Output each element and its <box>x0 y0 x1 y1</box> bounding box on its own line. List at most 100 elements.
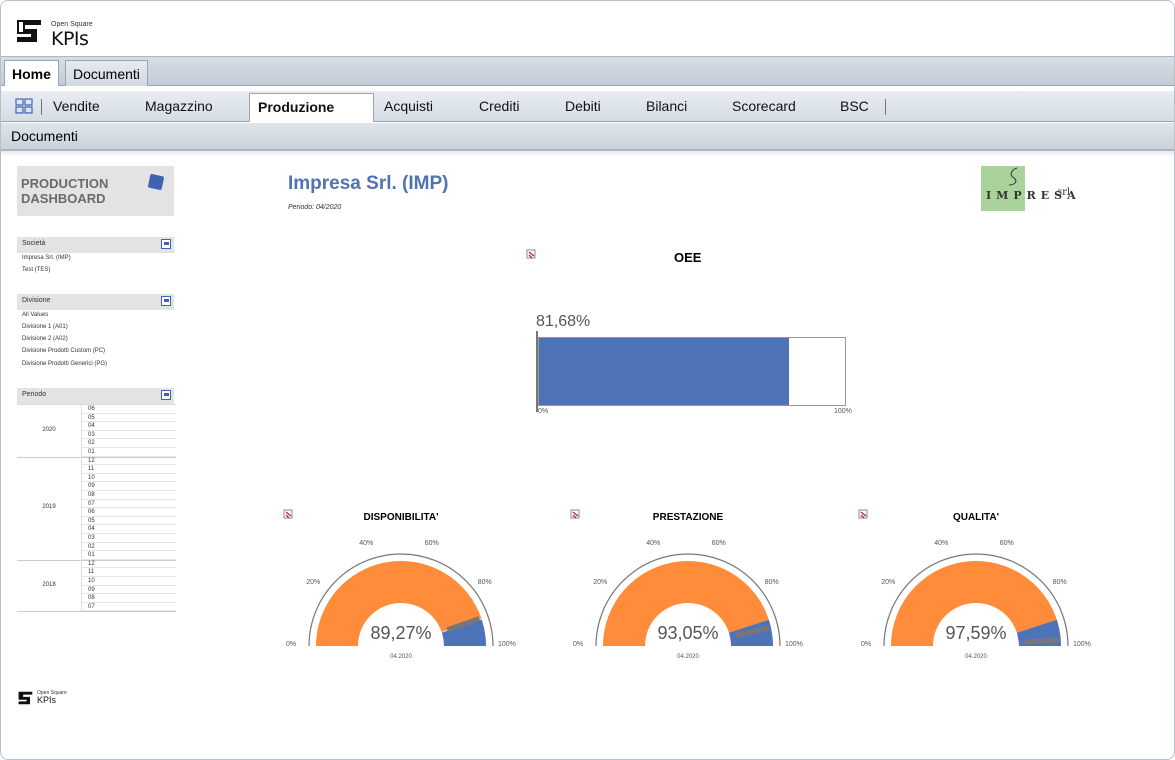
filter-item-divisione[interactable]: Divisione 2 (A02) <box>22 336 68 342</box>
period-month-cell[interactable]: 08 <box>82 594 176 603</box>
tab-produzione[interactable]: Produzione <box>249 93 374 122</box>
period-month-cell[interactable]: 10 <box>82 474 176 483</box>
company-logo: IMPRESA srl <box>981 166 1081 213</box>
gauge-title: PRESTAZIONE <box>652 512 724 523</box>
period-month-cell[interactable]: 06 <box>82 508 176 517</box>
filter-header-societa: Società <box>17 237 174 253</box>
tab-debiti[interactable]: Debiti <box>565 98 601 114</box>
period-label: Periodo: 04/2020 <box>288 204 342 211</box>
period-month-cell[interactable]: 05 <box>82 517 176 526</box>
tab-scorecard[interactable]: Scorecard <box>732 98 796 114</box>
grid-menu-icon[interactable] <box>15 98 33 115</box>
period-month-cell[interactable]: 11 <box>82 568 176 577</box>
tab-vendite[interactable]: Vendite <box>53 98 100 114</box>
footer-logo-big: KPIs <box>37 695 57 705</box>
period-month-cell[interactable]: 01 <box>82 448 176 457</box>
filter-header-divisione: Divisione <box>17 294 174 310</box>
period-month-list: 06 05 04 03 02 01 <box>81 405 176 457</box>
logo-swirl-icon <box>1008 167 1018 186</box>
period-month-cell[interactable]: 03 <box>82 534 176 543</box>
gauge-date-label: 04.2020 <box>677 654 699 660</box>
documenti-bar[interactable]: Documenti <box>1 123 1174 151</box>
filter-item-societa[interactable]: Test (TES) <box>22 267 50 273</box>
gauge-svg <box>858 509 1069 647</box>
period-month-list: 12 11 10 09 08 07 <box>81 559 176 612</box>
filter-item-divisione[interactable]: Divisione 1 (A01) <box>22 324 68 330</box>
gauge-chart: PRESTAZIONE 0% 20% 40% 60% 80% 100% 93,05% 04.20… <box>568 509 808 669</box>
oee-bar-fill <box>539 338 789 405</box>
module-tab-bar: Vendite Magazzino Produzione Acquisti Cr… <box>1 91 1174 122</box>
tab-home[interactable]: Home <box>4 60 59 86</box>
documenti-bar-label: Documenti <box>11 128 78 144</box>
gauge-date-label: 04.2020 <box>390 654 412 660</box>
kpis-logo-icon <box>17 20 41 42</box>
period-month-cell[interactable]: 12 <box>82 457 176 466</box>
period-year-label[interactable]: 2018 <box>17 582 81 588</box>
period-month-cell[interactable]: 01 <box>82 551 176 560</box>
gauge-tick-label: 20% <box>593 578 608 586</box>
filter-header-label: Periodo <box>22 391 47 398</box>
filter-header-periodo: Periodo <box>17 388 174 404</box>
gauge-tick-label: 60% <box>999 540 1014 548</box>
tab-magazzino[interactable]: Magazzino <box>145 98 213 114</box>
gauge-value-label: 93,05% <box>657 623 719 643</box>
oee-bar-frame <box>538 337 846 406</box>
save-filter-icon[interactable] <box>161 296 171 306</box>
filter-item-divisione[interactable]: Divisione Prodotti Custom (PC) <box>22 348 105 354</box>
period-month-cell[interactable]: 02 <box>82 439 176 448</box>
gauge-title: DISPONIBILITA' <box>363 512 439 523</box>
oee-max-label: 100% <box>834 408 852 415</box>
filter-sidebar: PRODUCTION DASHBOARD Società Impresa Srl… <box>1 157 181 757</box>
gauge-tick-label: 40% <box>359 540 374 548</box>
gauge-date-label: 04.2020 <box>965 654 987 660</box>
tab-bilanci[interactable]: Bilanci <box>646 98 687 114</box>
gauge-chart: QUALITA' 0% 20% 40% 60% 80% 100% 97,59% 04.2020 <box>856 509 1096 669</box>
period-month-cell[interactable]: 08 <box>82 491 176 500</box>
period-table[interactable]: 2020 06 05 04 03 02 01 2019 12 11 10 09 08 07 06 05 04 03… <box>17 404 176 676</box>
top-tab-bar: Home Documenti <box>1 56 1174 86</box>
filter-header-label: Divisione <box>22 297 51 304</box>
period-month-cell[interactable]: 12 <box>82 560 176 569</box>
period-month-cell[interactable]: 04 <box>82 422 176 431</box>
export-chart-icon[interactable] <box>526 249 536 259</box>
filter-header-label: Società <box>22 240 46 247</box>
gauge-tick-label: 80% <box>764 578 779 586</box>
gauge-chart: DISPONIBILITA' 0% 20% 40% 60% 80% 100% 89,27% 04… <box>281 509 521 669</box>
app-window: Open Square KPIs Home Documenti Vendite … <box>0 0 1175 760</box>
tab-crediti[interactable]: Crediti <box>479 98 519 114</box>
filter-item-societa[interactable]: Impresa Srl. (IMP) <box>22 255 71 261</box>
period-month-cell[interactable]: 04 <box>82 525 176 534</box>
gauge-svg <box>570 509 781 647</box>
tab-documenti[interactable]: Documenti <box>65 60 148 86</box>
gauge-tick-label: 40% <box>646 540 661 548</box>
period-year-label[interactable]: 2019 <box>17 504 81 510</box>
tab-acquisti[interactable]: Acquisti <box>384 98 433 114</box>
period-month-cell[interactable]: 06 <box>82 405 176 414</box>
period-month-cell[interactable]: 09 <box>82 482 176 491</box>
filter-item-divisione[interactable]: Divisione Prodotti Generici (PG) <box>22 361 107 367</box>
gauge-tick-label: 80% <box>477 578 492 586</box>
brand-suffix: srl <box>1057 187 1071 198</box>
save-filter-icon[interactable] <box>161 390 171 400</box>
period-month-cell[interactable]: 02 <box>82 543 176 552</box>
logo-small-text: Open Square <box>51 21 93 28</box>
gauge-tick-label: 80% <box>1052 578 1067 586</box>
period-month-cell[interactable]: 11 <box>82 465 176 474</box>
period-month-cell[interactable]: 07 <box>82 500 176 509</box>
period-month-cell[interactable]: 05 <box>82 414 176 423</box>
oee-title: OEE <box>674 250 702 265</box>
gauge-tick-label: 20% <box>306 578 321 586</box>
module-divider <box>885 99 886 115</box>
period-month-cell[interactable]: 03 <box>82 431 176 440</box>
gauge-tick-label: 60% <box>711 540 726 548</box>
tab-bsc[interactable]: BSC <box>840 98 869 114</box>
period-month-cell[interactable]: 10 <box>82 577 176 586</box>
company-title: Impresa Srl. (IMP) <box>288 173 449 194</box>
period-month-cell[interactable]: 09 <box>82 586 176 595</box>
gauge-tick-label: 20% <box>881 578 896 586</box>
filter-item-divisione[interactable]: All Values <box>22 312 48 318</box>
dashboard-title: PRODUCTION DASHBOARD <box>21 176 109 206</box>
period-year-label[interactable]: 2020 <box>17 427 81 433</box>
period-month-cell[interactable]: 07 <box>82 603 176 612</box>
save-filter-icon[interactable] <box>161 239 171 249</box>
